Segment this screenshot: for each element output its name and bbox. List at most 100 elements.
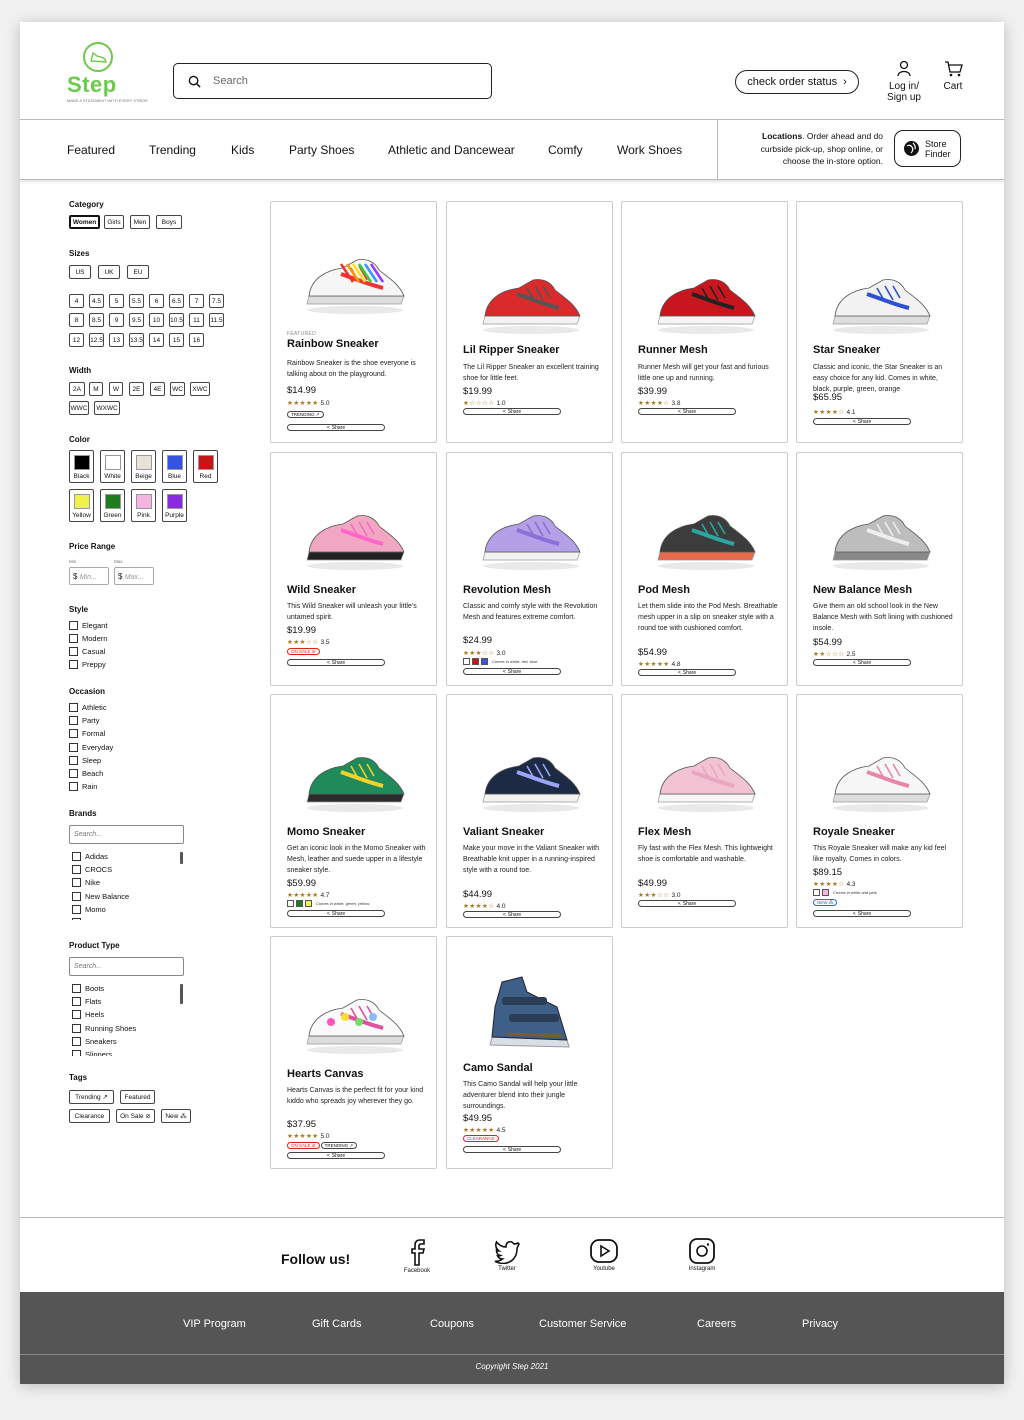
color-swatch-white[interactable]: White [100, 450, 125, 483]
price-min-input[interactable]: $ Min... [69, 567, 109, 585]
product-card[interactable]: Momo Sneaker Get an iconic look in the Mo… [270, 694, 437, 928]
product-image[interactable] [797, 710, 964, 830]
product-card[interactable]: New Balance Mesh Give them an old school … [796, 452, 963, 686]
nav-comfy[interactable]: Comfy [548, 143, 583, 157]
size-chip[interactable]: 5 [109, 294, 124, 308]
product-name[interactable]: Rainbow Sneaker [287, 338, 379, 350]
product-type-list[interactable]: Boots Flats Heels Running Shoes Sneakers Slip… [72, 980, 192, 1056]
occasion-option[interactable]: Formal [69, 729, 105, 739]
checkbox[interactable] [72, 904, 81, 914]
product-card[interactable]: Revolution Mesh Classic and comfy style w… [446, 452, 613, 686]
checkbox[interactable] [72, 1036, 81, 1046]
checkbox[interactable] [72, 878, 81, 888]
width-chip[interactable]: M [89, 382, 103, 396]
footer-link-customer-service[interactable]: Customer Service [539, 1318, 626, 1330]
size-chip[interactable]: 5.5 [129, 294, 144, 308]
product-badge[interactable]: ON SALE ⊘ [287, 648, 320, 655]
nav-athletic-dancewear[interactable]: Athletic and Dancewear [388, 143, 515, 157]
instagram-link[interactable]: Instagram [672, 1238, 732, 1272]
nav-featured[interactable]: Featured [67, 143, 115, 157]
occasion-option[interactable]: Party [69, 716, 100, 726]
size-chip[interactable]: 9 [109, 313, 124, 327]
size-chip[interactable]: 10 [149, 313, 164, 327]
cart-link[interactable]: Cart [938, 60, 968, 92]
product-card[interactable]: Lil Ripper Sneaker The Lil Ripper Sneaker… [446, 201, 613, 443]
occasion-option[interactable]: Everyday [69, 742, 113, 752]
color-option-swatch[interactable] [822, 889, 829, 896]
product-name[interactable]: Lil Ripper Sneaker [463, 344, 560, 356]
style-option[interactable]: Casual [69, 647, 105, 656]
product-name[interactable]: Runner Mesh [638, 344, 708, 356]
share-button[interactable]: < Share [813, 659, 911, 666]
size-chip[interactable]: 8.5 [89, 313, 104, 327]
size-chip[interactable]: 8 [69, 313, 84, 327]
product-image[interactable] [271, 952, 438, 1072]
color-swatch-green[interactable]: Green [100, 489, 125, 522]
product-image[interactable] [271, 710, 438, 830]
checkbox[interactable] [69, 782, 78, 792]
product-name[interactable]: New Balance Mesh [813, 584, 912, 596]
search-input[interactable] [213, 75, 453, 87]
account-link[interactable]: Log in/ Sign up [882, 60, 926, 103]
size-system-chip[interactable]: US [69, 265, 91, 279]
product-name[interactable]: Flex Mesh [638, 826, 691, 838]
size-chip[interactable]: 9.5 [129, 313, 144, 327]
category-chip[interactable]: Men [130, 215, 150, 229]
checkbox[interactable] [69, 716, 78, 726]
size-chip[interactable]: 6 [149, 294, 164, 308]
product-image[interactable] [447, 710, 614, 830]
product-image[interactable] [271, 468, 438, 588]
product-name[interactable]: Wild Sneaker [287, 584, 356, 596]
nav-trending[interactable]: Trending [149, 143, 196, 157]
size-chip[interactable]: 6.5 [169, 294, 184, 308]
footer-link-coupons[interactable]: Coupons [430, 1318, 474, 1330]
checkbox[interactable] [69, 729, 78, 739]
share-button[interactable]: < Share [287, 659, 385, 666]
footer-link-careers[interactable]: Careers [697, 1318, 736, 1330]
tag-chip[interactable]: New ⁂ [161, 1109, 191, 1123]
product-type-scrollbar[interactable] [180, 984, 183, 1004]
product-card[interactable]: Star Sneaker Classic and iconic, the Star… [796, 201, 963, 443]
checkbox[interactable] [72, 865, 81, 875]
category-chip[interactable]: Boys [156, 215, 182, 229]
color-option-swatch[interactable] [463, 658, 470, 665]
color-option-swatch[interactable] [481, 658, 488, 665]
width-chip[interactable]: XWC [190, 382, 210, 396]
youtube-link[interactable]: Youtube [574, 1238, 634, 1272]
occasion-option[interactable]: Rain [69, 782, 97, 792]
product-type-option[interactable]: Flats [72, 997, 101, 1007]
category-chip[interactable]: Girls [104, 215, 124, 229]
brands-option[interactable]: CROCS [72, 865, 112, 875]
size-system-chip[interactable]: EU [127, 265, 149, 279]
product-image[interactable] [797, 232, 964, 352]
product-name[interactable]: Pod Mesh [638, 584, 690, 596]
twitter-link[interactable]: Twitter [477, 1238, 537, 1272]
product-card[interactable]: FEATURED Rainbow Sneaker Rainbow Sneaker i… [270, 201, 437, 443]
product-image[interactable] [622, 710, 789, 830]
search-bar[interactable] [173, 63, 492, 99]
price-max-input[interactable]: $ Max... [114, 567, 154, 585]
product-type-option[interactable]: Sneakers [72, 1036, 117, 1046]
share-button[interactable]: < Share [287, 1152, 385, 1159]
size-chip[interactable]: 15 [169, 333, 184, 347]
product-badge[interactable]: CLEARANCE [463, 1135, 499, 1142]
size-chip[interactable]: 14 [149, 333, 164, 347]
width-chip[interactable]: WWC [69, 401, 89, 415]
share-button[interactable]: < Share [638, 669, 736, 676]
product-type-option[interactable]: Slippers [72, 1050, 112, 1056]
brands-option[interactable]: Vans [72, 918, 102, 920]
product-image[interactable] [447, 232, 614, 352]
brands-option[interactable]: Adidas [72, 852, 108, 861]
share-button[interactable]: < Share [287, 910, 385, 917]
check-order-status-button[interactable]: check order status › [735, 70, 859, 94]
size-chip[interactable]: 10.5 [169, 313, 184, 327]
size-chip[interactable]: 12 [69, 333, 84, 347]
logo[interactable]: Step MAKE A STATEMENT WITH EVERY STRIDE [64, 42, 148, 104]
brands-option[interactable]: Nike [72, 878, 100, 888]
color-swatch-black[interactable]: Black [69, 450, 94, 483]
product-image[interactable] [447, 952, 614, 1072]
product-name[interactable]: Momo Sneaker [287, 826, 365, 838]
share-button[interactable]: < Share [287, 424, 385, 431]
width-chip[interactable]: 2E [129, 382, 144, 396]
checkbox[interactable] [72, 1050, 81, 1056]
